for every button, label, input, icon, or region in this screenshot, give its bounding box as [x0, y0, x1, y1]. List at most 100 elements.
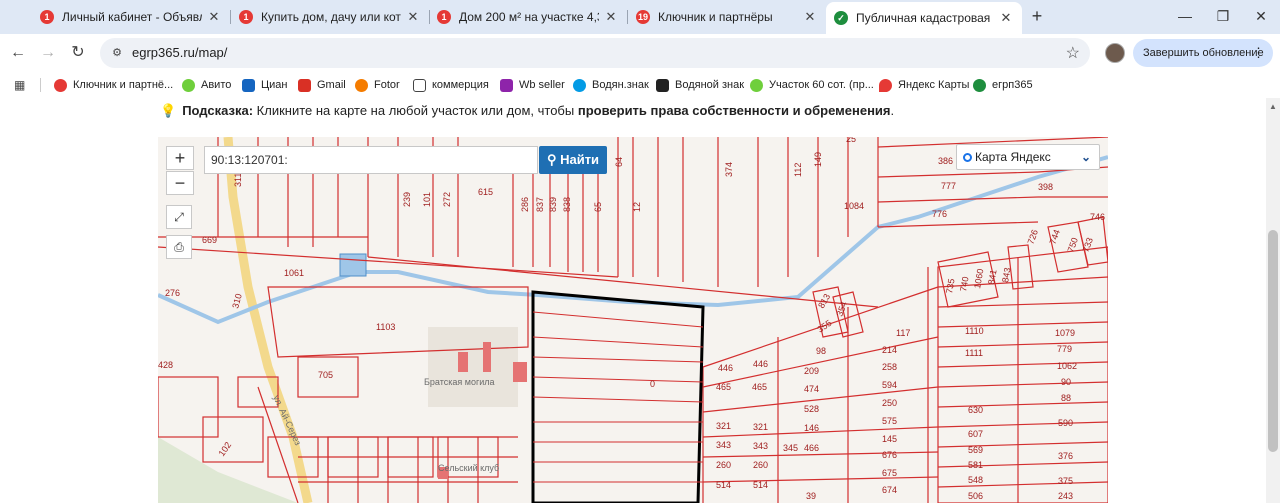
- parcel-number: 343: [753, 441, 768, 451]
- close-window-button[interactable]: ✕: [1246, 6, 1276, 28]
- bookmark-label: егрп365: [992, 79, 1033, 91]
- close-icon[interactable]: ✕: [206, 9, 222, 25]
- bookmark-item[interactable]: Авито: [182, 76, 231, 94]
- bookmark-star-icon[interactable]: ☆: [1066, 43, 1080, 63]
- hint-text: 💡 Подсказка: Кликните на карте на любой у…: [160, 103, 894, 119]
- tab-3[interactable]: 19 Ключник и партнёры ✕: [628, 4, 826, 30]
- restore-button[interactable]: ❐: [1208, 6, 1238, 28]
- bookmark-item[interactable]: Gmail: [298, 76, 346, 94]
- parcel-number: 321: [753, 422, 768, 432]
- tab-1[interactable]: 1 Купить дом, дачу или коттедж ✕: [231, 4, 430, 30]
- close-icon[interactable]: ✕: [802, 9, 818, 25]
- tab-0[interactable]: 1 Личный кабинет - Объявлени ✕: [32, 4, 231, 30]
- parcel-number: 1062: [1057, 361, 1077, 371]
- find-button[interactable]: ⚲ Найти: [539, 146, 607, 174]
- forward-button[interactable]: →: [38, 43, 58, 63]
- print-icon[interactable]: ⎙: [166, 235, 192, 259]
- bookmark-item[interactable]: Wb seller: [500, 76, 565, 94]
- site-settings-icon[interactable]: ⚙: [110, 46, 124, 60]
- bookmark-item[interactable]: коммерция: [413, 76, 489, 94]
- tab-title: Личный кабинет - Объявлени: [62, 10, 202, 24]
- radio-selected-icon: [963, 153, 972, 162]
- scroll-up-icon[interactable]: ▲: [1269, 102, 1277, 111]
- bookmark-item[interactable]: Ключник и партнё...: [54, 76, 173, 94]
- parcel-number: 12: [632, 202, 642, 212]
- parcel-number: 581: [968, 460, 983, 470]
- parcel-number: 0: [650, 379, 655, 389]
- parcel-number: 88: [1061, 393, 1071, 403]
- parcel-number: 258: [882, 362, 897, 372]
- hint-suffix: .: [890, 103, 895, 118]
- parcel-number: 675: [882, 468, 897, 478]
- parcel-number: 260: [753, 460, 768, 470]
- profile-avatar[interactable]: [1105, 43, 1125, 63]
- parcel-number: 669: [202, 235, 217, 245]
- bookmark-label: Gmail: [317, 79, 346, 91]
- tab-4-active[interactable]: ✓ Публичная кадастровая карта ✕: [826, 2, 1022, 34]
- close-icon[interactable]: ✕: [405, 9, 421, 25]
- close-icon[interactable]: ✕: [998, 10, 1014, 26]
- parcel-number: 343: [716, 440, 731, 450]
- back-button[interactable]: ←: [8, 43, 28, 63]
- notification-badge-icon: 1: [40, 10, 54, 24]
- bookmark-item[interactable]: Водяной знак: [656, 76, 744, 94]
- address-bar[interactable]: ⚙ egrp365.ru/map/ ☆: [100, 38, 1090, 68]
- parcel-number: 98: [816, 346, 826, 356]
- parcel-number: 272: [442, 192, 452, 207]
- parcel-number: 375: [1058, 476, 1073, 486]
- map-canvas[interactable]: 311 239 101 272 615 286 837 839 838 65 6…: [158, 137, 1108, 503]
- parcel-number: 25: [846, 137, 856, 144]
- parcel-number: 286: [520, 197, 530, 212]
- url-text[interactable]: egrp365.ru/map/: [132, 45, 227, 60]
- parcel-number: 506: [968, 491, 983, 501]
- parcel-number: 1111: [965, 348, 983, 358]
- parcel-number: 676: [882, 450, 897, 460]
- zoom-in-button[interactable]: +: [166, 146, 194, 170]
- close-icon[interactable]: ✕: [603, 9, 619, 25]
- parcel-number: 260: [716, 460, 731, 470]
- bookmark-label: Участок 60 сот. (пр...: [769, 79, 874, 91]
- bookmark-item[interactable]: егрп365: [973, 76, 1033, 94]
- bookmark-item[interactable]: Участок 60 сот. (пр...: [750, 76, 874, 94]
- zoom-out-button[interactable]: −: [166, 171, 194, 195]
- parcel-number: 514: [716, 480, 731, 490]
- parcel-number: 590: [1058, 418, 1073, 428]
- notification-badge-icon: 19: [636, 10, 650, 24]
- parcel-number: 214: [882, 345, 897, 355]
- parcel-number: 514: [753, 480, 768, 490]
- hint-body: Кликните на карте на любой участок или д…: [253, 103, 578, 118]
- cadastral-map[interactable]: 311 239 101 272 615 286 837 839 838 65 6…: [158, 137, 1108, 503]
- map-layer-select[interactable]: Карта Яндекс ⌄: [956, 144, 1100, 170]
- parcel-number: 630: [968, 405, 983, 415]
- bookmark-item[interactable]: Fotor: [355, 76, 400, 94]
- bookmark-item[interactable]: Яндекс Карты: [879, 76, 969, 94]
- parcel-number: 386: [938, 156, 953, 166]
- scrollbar-thumb[interactable]: [1268, 230, 1278, 452]
- fotor-icon: [355, 78, 368, 92]
- reload-button[interactable]: ↻: [68, 43, 88, 63]
- check-icon: ✓: [834, 11, 848, 25]
- cadastral-number-input[interactable]: 90:13:120701:: [204, 146, 538, 174]
- parcel-number: 838: [562, 197, 572, 212]
- fullscreen-icon[interactable]: ⤢: [166, 205, 192, 229]
- place-label: Братская могила: [424, 377, 495, 387]
- hint-emphasis: проверить права собственности и обремене…: [577, 103, 891, 118]
- finish-update-button[interactable]: Завершить обновление ⋮: [1133, 39, 1273, 67]
- parcel-number: 1110: [965, 326, 984, 336]
- tab-strip: 1 Личный кабинет - Объявлени ✕ 1 Купить …: [0, 0, 1280, 34]
- parcel-number: 1061: [284, 268, 304, 278]
- page-scrollbar[interactable]: ▲: [1266, 98, 1280, 503]
- apps-grid-icon[interactable]: ▦: [14, 78, 28, 92]
- parcel-number: 615: [478, 187, 493, 197]
- layer-select-label: Карта Яндекс: [975, 150, 1051, 164]
- parcel-number: 428: [158, 360, 173, 370]
- parcel-number: 575: [882, 416, 897, 426]
- bookmark-item[interactable]: Водян.знак: [573, 76, 649, 94]
- menu-dots-icon[interactable]: ⋮: [1252, 45, 1265, 61]
- tab-2[interactable]: 1 Дом 200 м² на участке 4,3 сот. ✕: [429, 4, 628, 30]
- minimize-button[interactable]: —: [1170, 6, 1200, 28]
- bookmark-item[interactable]: Циан: [242, 76, 287, 94]
- check-icon: [973, 78, 986, 92]
- pin-icon: [879, 78, 892, 92]
- new-tab-button[interactable]: +: [1028, 6, 1046, 28]
